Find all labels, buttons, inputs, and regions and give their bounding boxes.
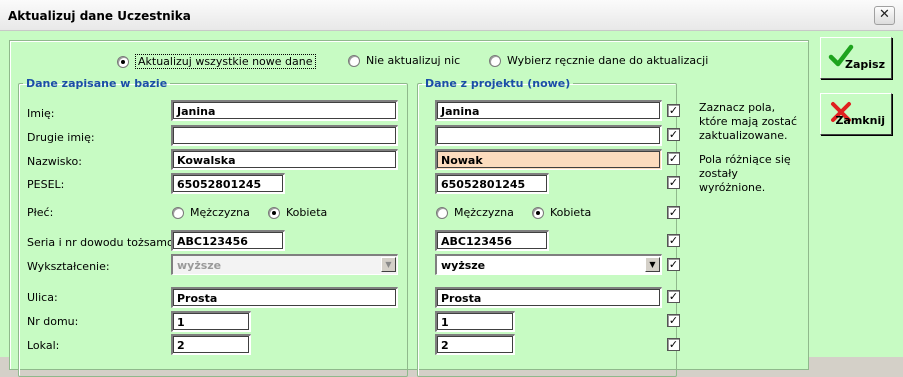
db-pesel-field[interactable]: 65052801245 [171, 173, 285, 194]
title-bar: Aktualizuj dane Uczestnika ✕ [0, 0, 903, 31]
project-education-value: wyższe [441, 259, 486, 272]
mode-manual-label: Wybierz ręcznie dane do aktualizacji [507, 54, 709, 67]
second-name-update-checkbox[interactable]: ✓ [667, 128, 680, 141]
mode-update-all-label: Aktualizuj wszystkie nowe dane [135, 54, 316, 69]
id-card-update-checkbox[interactable]: ✓ [667, 234, 680, 247]
radio-dot [489, 54, 501, 67]
db-gender-female-radio[interactable]: Kobieta [268, 206, 327, 219]
save-button[interactable]: Zapisz [820, 37, 892, 79]
db-gender-male-radio[interactable]: Mężczyzna [172, 206, 250, 219]
db-flat-no-field[interactable]: 2 [171, 334, 251, 355]
project-street-field[interactable]: Prosta [435, 287, 662, 308]
second-name-label: Drugie imię: [27, 131, 95, 144]
radio-dot [117, 55, 129, 68]
project-surname-field[interactable]: Nowak [435, 149, 662, 170]
pesel-update-checkbox[interactable]: ✓ [667, 176, 680, 189]
education-label: Wykształcenie: [27, 260, 110, 273]
close-button-label: Zamknij [835, 114, 885, 127]
project-gender-male-radio[interactable]: Mężczyzna [436, 206, 514, 219]
project-house-no-field[interactable]: 1 [435, 311, 515, 332]
db-id-card-field[interactable]: ABC123456 [171, 230, 285, 251]
project-data-group: Dane z projektu (nowe) [417, 77, 677, 377]
id-card-label: Seria i nr dowodu tożsamości: [27, 236, 193, 249]
db-gender-female-label: Kobieta [286, 206, 328, 219]
surname-label: Nazwisko: [27, 155, 82, 168]
house-no-label: Nr domu: [27, 315, 79, 328]
flat-no-label: Lokal: [27, 339, 60, 352]
project-first-name-field[interactable]: Janina [435, 100, 662, 121]
db-data-legend: Dane zapisane w bazie [26, 77, 168, 90]
project-pesel-field[interactable]: 65052801245 [435, 173, 549, 194]
project-second-name-field[interactable] [435, 125, 662, 146]
project-gender-female-radio[interactable]: Kobieta [532, 206, 591, 219]
db-street-field[interactable]: Prosta [171, 287, 398, 308]
select-fields-note: Zaznacz pola, które mają zostać zaktuali… [699, 101, 798, 142]
db-second-name-field[interactable] [171, 125, 398, 146]
project-education-select[interactable]: wyższe ▼ [435, 254, 662, 275]
chevron-down-icon[interactable]: ▼ [645, 257, 660, 272]
gender-label: Płeć: [27, 206, 54, 219]
radio-dot [436, 206, 448, 219]
radio-dot [532, 206, 544, 219]
first-name-update-checkbox[interactable]: ✓ [667, 104, 680, 117]
db-education-value: wyższe [177, 259, 222, 272]
mode-update-none-label: Nie aktualizuj nic [366, 54, 461, 67]
radio-dot [348, 54, 360, 67]
education-update-checkbox[interactable]: ✓ [667, 258, 680, 271]
mode-manual-radio[interactable]: Wybierz ręcznie dane do aktualizacji [489, 54, 708, 67]
project-gender-male-label: Mężczyzna [454, 206, 514, 219]
main-panel: Aktualizuj wszystkie nowe dane Nie aktua… [9, 40, 809, 377]
project-id-card-field[interactable]: ABC123456 [435, 230, 549, 251]
gender-update-checkbox[interactable]: ✓ [667, 206, 680, 219]
radio-dot [172, 206, 184, 219]
db-gender-male-label: Mężczyzna [190, 206, 250, 219]
mode-update-none-radio[interactable]: Nie aktualizuj nic [348, 54, 460, 67]
chevron-down-icon: ▼ [381, 257, 396, 272]
db-surname-field[interactable]: Kowalska [171, 149, 398, 170]
project-gender-female-label: Kobieta [550, 206, 592, 219]
window-title: Aktualizuj dane Uczestnika [8, 9, 191, 23]
house-no-update-checkbox[interactable]: ✓ [667, 314, 680, 327]
first-name-label: Imię: [27, 107, 55, 120]
save-button-label: Zapisz [845, 58, 885, 71]
street-update-checkbox[interactable]: ✓ [667, 290, 680, 303]
db-first-name-field[interactable]: Janina [171, 100, 398, 121]
differences-note: Pola różniące się zostały wyróżnione. [699, 153, 791, 194]
db-education-select: wyższe ▼ [171, 254, 398, 275]
db-house-no-field[interactable]: 1 [171, 311, 251, 332]
radio-dot [268, 206, 280, 219]
window-close-button[interactable]: ✕ [874, 6, 895, 25]
db-data-group: Dane zapisane w bazie [18, 77, 408, 377]
project-data-legend: Dane z projektu (nowe) [425, 77, 571, 90]
close-button[interactable]: Zamknij [820, 93, 892, 135]
surname-update-checkbox[interactable]: ✓ [667, 152, 680, 165]
mode-update-all-radio[interactable]: Aktualizuj wszystkie nowe dane [117, 54, 316, 69]
pesel-label: PESEL: [27, 178, 65, 191]
project-flat-no-field[interactable]: 2 [435, 334, 515, 355]
street-label: Ulica: [27, 291, 58, 304]
flat-no-update-checkbox[interactable]: ✓ [667, 338, 680, 351]
